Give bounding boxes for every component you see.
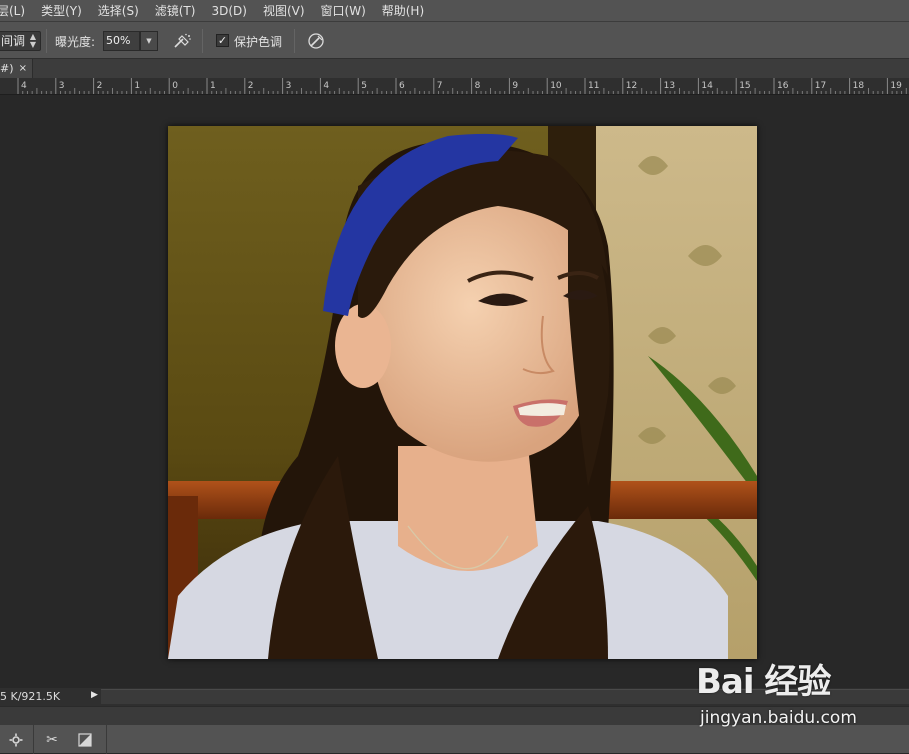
portrait-photo xyxy=(168,126,757,659)
ruler-label: 3 xyxy=(59,81,65,91)
options-bar: 间调 ▲ ▼ 曝光度: 50% ▼ ✓ 保护色调 xyxy=(0,22,909,59)
ruler-label: 6 xyxy=(399,81,405,91)
menu-help[interactable]: 帮助(H) xyxy=(382,2,424,19)
ruler-label: 10 xyxy=(550,81,562,91)
ruler-ticks: 4 3 2 1 0 1 2 3 4 5 6 7 8 9 10 11 12 13 14 15 16 17 18 19 xyxy=(17,78,907,94)
ruler-label: 1 xyxy=(210,81,216,91)
ruler-label: 2 xyxy=(97,81,103,91)
range-select-value: 间调 xyxy=(1,34,26,48)
close-icon[interactable]: × xyxy=(19,59,27,78)
menu-3d[interactable]: 3D(D) xyxy=(211,4,246,18)
ruler-label: 4 xyxy=(21,81,27,91)
ruler-label: 13 xyxy=(664,81,675,91)
exposure-dropdown-button[interactable]: ▼ xyxy=(140,31,158,51)
menu-type[interactable]: 类型(Y) xyxy=(41,2,82,19)
exposure-input[interactable]: 50% xyxy=(103,31,140,51)
ruler-label: 16 xyxy=(777,81,789,91)
ruler-label: 18 xyxy=(853,81,865,91)
document-tab-title: #) xyxy=(0,62,14,75)
updown-arrows-icon: ▲ ▼ xyxy=(29,32,36,49)
ruler-label: 19 xyxy=(890,81,902,91)
status-menu-arrow-icon[interactable]: ▶ xyxy=(91,690,98,700)
ruler-label: 0 xyxy=(172,81,178,91)
baidu-jingyan-watermark: Bai 经验 jingyan.baidu.com xyxy=(696,654,906,734)
ruler-label: 2 xyxy=(248,81,254,91)
menu-filter[interactable]: 滤镜(T) xyxy=(155,2,196,19)
quick-mask-icon[interactable] xyxy=(75,730,95,750)
ruler-label: 15 xyxy=(739,81,750,91)
ruler-label: 8 xyxy=(475,81,481,91)
range-select[interactable]: 间调 ▲ ▼ xyxy=(0,31,41,51)
gear-icon[interactable] xyxy=(6,730,26,750)
scissors-icon[interactable]: ✂ xyxy=(42,730,62,750)
document-tab-bar: #) × xyxy=(0,59,909,78)
ruler-label: 7 xyxy=(437,81,443,91)
divider xyxy=(46,29,47,53)
ruler-label: 5 xyxy=(361,81,367,91)
ruler-label: 12 xyxy=(626,81,637,91)
document-size-readout: 5 K/921.5K xyxy=(0,690,61,703)
pressure-icon[interactable] xyxy=(306,32,326,50)
menu-layer[interactable]: 层(L) xyxy=(0,2,25,19)
ruler-label: 14 xyxy=(701,81,713,91)
horizontal-ruler: 4 3 2 1 0 1 2 3 4 5 6 7 8 9 10 11 12 13 14 15 16 17 18 19 xyxy=(0,78,909,95)
exposure-label: 曝光度: xyxy=(55,35,96,49)
menu-bar: 层(L) 类型(Y) 选择(S) 滤镜(T) 3D(D) 视图(V) 窗口(W)… xyxy=(0,0,909,22)
divider xyxy=(202,29,203,53)
divider xyxy=(33,725,34,754)
divider xyxy=(294,29,295,53)
ruler-label: 3 xyxy=(286,81,292,91)
protect-tones-label: 保护色调 xyxy=(234,35,283,49)
ruler-label: 9 xyxy=(512,81,518,91)
menu-window[interactable]: 窗口(W) xyxy=(321,2,366,19)
document-image[interactable] xyxy=(168,126,757,659)
menu-select[interactable]: 选择(S) xyxy=(98,2,139,19)
ruler-label: 4 xyxy=(323,81,329,91)
protect-tones-checkbox[interactable]: ✓ xyxy=(216,34,229,47)
ruler-label: 17 xyxy=(815,81,826,91)
ruler-label: 11 xyxy=(588,81,599,91)
menu-view[interactable]: 视图(V) xyxy=(263,2,305,19)
airbrush-icon[interactable] xyxy=(172,32,192,50)
ruler-label: 1 xyxy=(134,81,140,91)
document-tab[interactable]: #) × xyxy=(0,59,33,78)
divider xyxy=(106,725,107,754)
watermark-url: jingyan.baidu.com xyxy=(700,708,857,728)
watermark-logo: Bai 经验 xyxy=(696,662,831,702)
